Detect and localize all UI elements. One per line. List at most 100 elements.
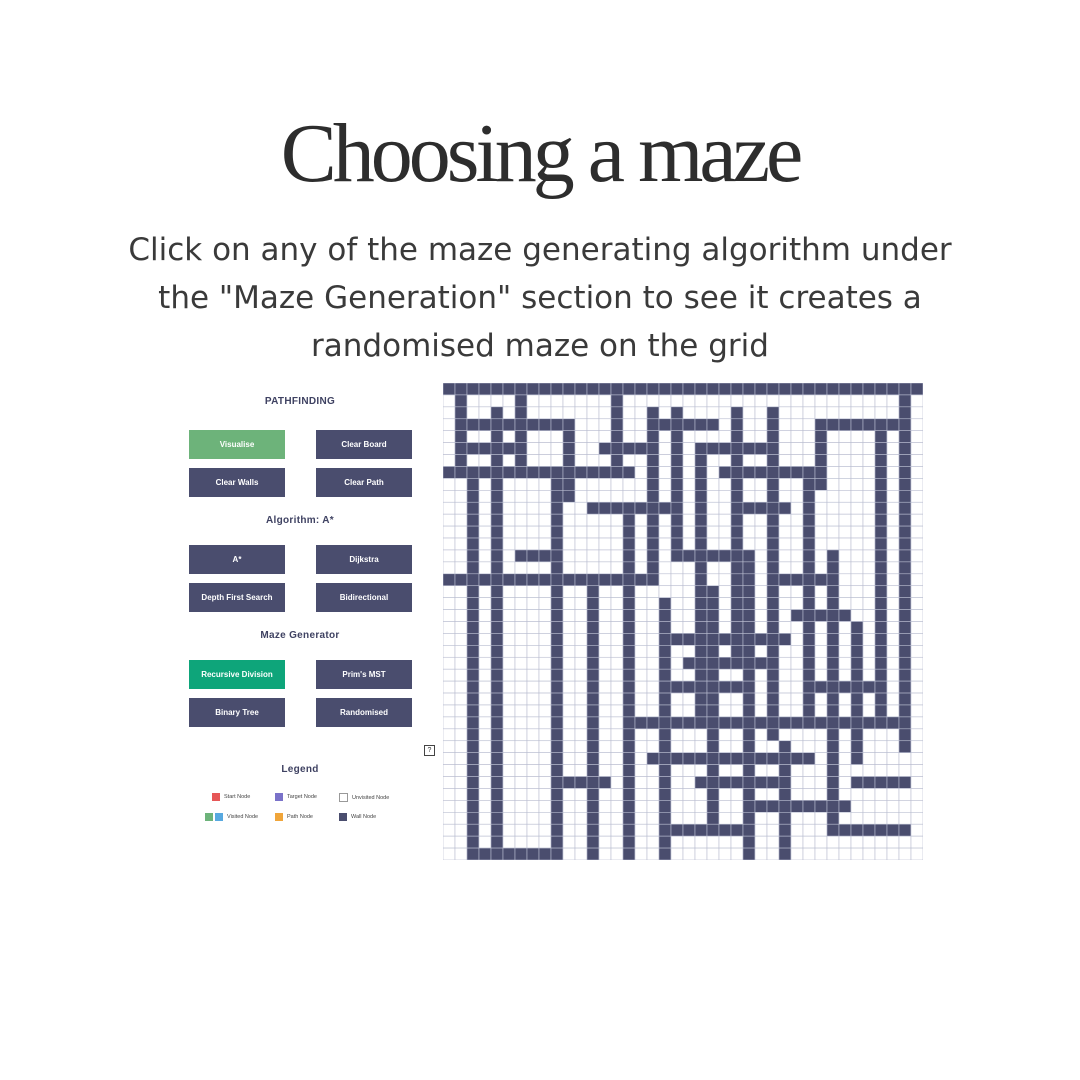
unvisited-node[interactable] [514, 680, 528, 694]
wall-node[interactable] [490, 788, 504, 801]
unvisited-node[interactable] [790, 740, 804, 753]
wall-node[interactable] [562, 442, 576, 455]
wall-node[interactable] [634, 716, 648, 730]
unvisited-node[interactable] [514, 776, 528, 789]
wall-node[interactable] [634, 501, 648, 515]
clear-path-button[interactable]: Clear Path [316, 468, 412, 497]
unvisited-node[interactable] [826, 454, 840, 467]
wall-node[interactable] [466, 764, 480, 777]
unvisited-node[interactable] [538, 680, 552, 694]
wall-node[interactable] [814, 383, 828, 396]
unvisited-node[interactable] [838, 478, 852, 491]
wall-node[interactable] [550, 776, 564, 789]
wall-node[interactable] [622, 668, 636, 682]
unvisited-node[interactable] [466, 406, 480, 420]
unvisited-node[interactable] [706, 406, 720, 420]
unvisited-node[interactable] [514, 597, 528, 610]
unvisited-node[interactable] [598, 585, 612, 598]
unvisited-node[interactable] [454, 847, 468, 860]
unvisited-node[interactable] [754, 454, 768, 467]
unvisited-node[interactable] [814, 394, 828, 408]
unvisited-node[interactable] [538, 633, 552, 646]
unvisited-node[interactable] [910, 835, 923, 849]
wall-node[interactable] [658, 800, 672, 813]
wall-node[interactable] [850, 823, 864, 837]
unvisited-node[interactable] [514, 501, 528, 515]
unvisited-node[interactable] [754, 585, 768, 598]
wall-node[interactable] [898, 823, 912, 837]
unvisited-node[interactable] [514, 740, 528, 753]
unvisited-node[interactable] [526, 454, 540, 467]
unvisited-node[interactable] [814, 525, 828, 539]
unvisited-node[interactable] [562, 835, 576, 849]
wall-node[interactable] [514, 454, 528, 467]
wall-node[interactable] [898, 454, 912, 467]
unvisited-node[interactable] [610, 788, 624, 801]
unvisited-node[interactable] [910, 597, 923, 610]
wall-node[interactable] [622, 776, 636, 789]
wall-node[interactable] [730, 383, 744, 396]
wall-node[interactable] [694, 692, 708, 706]
unvisited-node[interactable] [538, 501, 552, 515]
wall-node[interactable] [730, 490, 744, 503]
wall-node[interactable] [766, 585, 780, 598]
unvisited-node[interactable] [910, 811, 923, 825]
wall-node[interactable] [586, 609, 600, 622]
unvisited-node[interactable] [634, 466, 648, 479]
unvisited-node[interactable] [826, 847, 840, 860]
unvisited-node[interactable] [874, 406, 888, 420]
wall-node[interactable] [490, 597, 504, 610]
unvisited-node[interactable] [634, 633, 648, 646]
wall-node[interactable] [658, 776, 672, 789]
unvisited-node[interactable] [514, 633, 528, 646]
wall-node[interactable] [874, 597, 888, 610]
wall-node[interactable] [742, 645, 756, 658]
wall-node[interactable] [550, 811, 564, 825]
unvisited-node[interactable] [682, 764, 696, 777]
unvisited-node[interactable] [838, 537, 852, 551]
wall-node[interactable] [694, 704, 708, 718]
wall-node[interactable] [766, 430, 780, 443]
wall-node[interactable] [754, 501, 768, 515]
unvisited-node[interactable] [634, 597, 648, 610]
unvisited-node[interactable] [754, 430, 768, 443]
unvisited-node[interactable] [586, 430, 600, 443]
wall-node[interactable] [694, 501, 708, 515]
wall-node[interactable] [670, 680, 684, 694]
unvisited-node[interactable] [478, 752, 492, 765]
unvisited-node[interactable] [634, 645, 648, 658]
wall-node[interactable] [766, 466, 780, 479]
unvisited-node[interactable] [790, 776, 804, 789]
wall-node[interactable] [538, 466, 552, 479]
unvisited-node[interactable] [862, 466, 876, 479]
wall-node[interactable] [562, 454, 576, 467]
unvisited-node[interactable] [706, 561, 720, 575]
unvisited-node[interactable] [610, 621, 624, 634]
wall-node[interactable] [802, 633, 816, 646]
unvisited-node[interactable] [778, 585, 792, 598]
unvisited-node[interactable] [910, 537, 923, 551]
wall-node[interactable] [490, 454, 504, 467]
wall-node[interactable] [586, 811, 600, 825]
unvisited-node[interactable] [610, 847, 624, 860]
unvisited-node[interactable] [862, 585, 876, 598]
wall-node[interactable] [766, 406, 780, 420]
unvisited-node[interactable] [574, 394, 588, 408]
unvisited-node[interactable] [886, 740, 900, 753]
wall-node[interactable] [766, 776, 780, 789]
wall-node[interactable] [874, 525, 888, 539]
unvisited-node[interactable] [886, 442, 900, 455]
wall-node[interactable] [586, 645, 600, 658]
unvisited-node[interactable] [526, 800, 540, 813]
wall-node[interactable] [538, 573, 552, 587]
unvisited-node[interactable] [706, 847, 720, 860]
unvisited-node[interactable] [886, 406, 900, 420]
unvisited-node[interactable] [562, 728, 576, 742]
unvisited-node[interactable] [443, 823, 456, 837]
unvisited-node[interactable] [694, 740, 708, 753]
wall-node[interactable] [490, 525, 504, 539]
wall-node[interactable] [706, 692, 720, 706]
unvisited-node[interactable] [562, 823, 576, 837]
unvisited-node[interactable] [586, 549, 600, 563]
unvisited-node[interactable] [502, 490, 516, 503]
